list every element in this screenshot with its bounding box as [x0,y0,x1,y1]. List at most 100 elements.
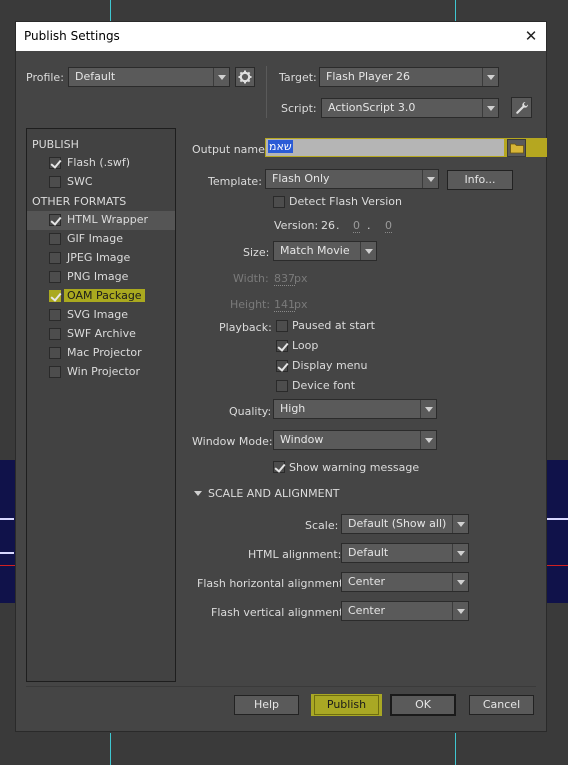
device-font-checkbox[interactable] [276,380,288,392]
html-alignment-dropdown[interactable]: Default [341,543,469,563]
format-label: SVG Image [67,308,128,321]
version-label: Version: [274,219,319,232]
format-oam-package[interactable]: OAM Package [27,287,175,306]
chevron-down-icon [482,68,498,86]
display-menu-checkbox[interactable] [276,360,288,372]
chevron-down-icon [452,544,468,562]
chevron-down-icon [452,602,468,620]
collapse-triangle-icon[interactable] [194,491,202,496]
format-sidebar: PUBLISH Flash (.swf) SWC OTHER FORMATS H… [26,128,176,682]
format-svg-image[interactable]: SVG Image [27,306,175,325]
show-warning-checkbox[interactable] [273,461,285,473]
scale-dropdown[interactable]: Default (Show all) [341,514,469,534]
detect-flash-version-checkbox[interactable] [273,196,285,208]
window-mode-dropdown[interactable]: Window [273,430,437,450]
close-icon[interactable]: ✕ [520,25,542,47]
quality-dropdown[interactable]: High [273,399,437,419]
format-gif-image-checkbox[interactable] [49,233,61,245]
format-svg-image-checkbox[interactable] [49,309,61,321]
target-value: Flash Player 26 [326,70,411,83]
format-swf-archive[interactable]: SWF Archive [27,325,175,344]
loop-checkbox[interactable] [276,340,288,352]
cancel-button[interactable]: Cancel [469,695,534,715]
html-alignment-value: Default [348,546,389,559]
format-label: GIF Image [67,232,124,245]
title-bar: Publish Settings ✕ [16,22,546,51]
template-label: Template: [208,175,262,188]
template-dropdown[interactable]: Flash Only [265,169,439,189]
other-formats-header: OTHER FORMATS [32,195,127,208]
paused-at-start-checkbox[interactable] [276,320,288,332]
format-swc[interactable]: SWC [27,173,175,192]
format-label: OAM Package [64,289,145,302]
guide-line-left-bottom [110,733,111,765]
chevron-down-icon [452,573,468,591]
height-value[interactable]: 141 [274,298,295,312]
script-dropdown[interactable]: ActionScript 3.0 [321,98,499,118]
help-button[interactable]: Help [234,695,299,715]
format-flash-swf[interactable]: Flash (.swf) [27,154,175,173]
quality-value: High [280,402,306,415]
device-font-label: Device font [292,379,356,392]
version-dot-1: . [336,219,340,232]
scale-value: Default (Show all) [348,517,447,530]
guide-line-right-top [455,0,456,22]
profile-label: Profile: [26,71,64,84]
format-gif-image[interactable]: GIF Image [27,230,175,249]
html-alignment-label: HTML alignment: [248,548,342,561]
version-dot-2: . [367,219,371,232]
format-mac-projector[interactable]: Mac Projector [27,344,175,363]
wrench-icon [515,101,528,114]
format-oam-package-checkbox[interactable] [49,290,61,302]
width-value[interactable]: 837 [274,272,295,286]
format-label: Win Projector [67,365,141,378]
size-value: Match Movie [280,244,350,257]
flash-h-align-dropdown[interactable]: Center [341,572,469,592]
width-label: Width: [233,272,269,285]
detect-flash-version-label: Detect Flash Version [289,195,402,208]
script-value: ActionScript 3.0 [328,101,416,114]
gear-icon [238,70,252,84]
profile-dropdown[interactable]: Default [68,67,230,87]
flash-h-align-value: Center [348,575,386,588]
format-jpeg-image[interactable]: JPEG Image [27,249,175,268]
version-minor[interactable]: 0 [353,219,360,233]
footer-divider [26,686,536,687]
template-info-button[interactable]: Info... [447,170,513,190]
chevron-down-icon [482,99,498,117]
format-html-wrapper-checkbox[interactable] [49,214,61,226]
chevron-down-icon [420,400,436,418]
profile-options-button[interactable] [235,67,255,87]
script-label: Script: [281,102,317,115]
script-settings-button[interactable] [511,97,532,118]
format-mac-projector-checkbox[interactable] [49,347,61,359]
chevron-down-icon [420,431,436,449]
output-name-label: Output name: [192,143,269,156]
format-win-projector[interactable]: Win Projector [27,363,175,382]
format-win-projector-checkbox[interactable] [49,366,61,378]
publish-header: PUBLISH [32,138,79,151]
browse-folder-button[interactable] [507,139,526,157]
format-html-wrapper[interactable]: HTML Wrapper [27,211,175,230]
format-png-image-checkbox[interactable] [49,271,61,283]
flash-v-align-value: Center [348,604,386,617]
target-dropdown[interactable]: Flash Player 26 [319,67,499,87]
format-png-image[interactable]: PNG Image [27,268,175,287]
scale-section-header[interactable]: SCALE AND ALIGNMENT [208,487,340,500]
format-flash-swf-checkbox[interactable] [49,157,61,169]
version-revision[interactable]: 0 [385,219,392,233]
publish-button[interactable]: Publish [314,695,379,715]
format-jpeg-image-checkbox[interactable] [49,252,61,264]
format-label: HTML Wrapper [67,213,149,226]
ok-button[interactable]: OK [390,694,456,716]
guide-line-right-bottom [455,733,456,765]
output-name-field[interactable]: שאמ [265,138,505,157]
format-label: Mac Projector [67,346,142,359]
flash-v-align-label: Flash vertical alignment: [211,606,348,619]
height-label: Height: [230,298,271,311]
format-swc-checkbox[interactable] [49,176,61,188]
flash-v-align-dropdown[interactable]: Center [341,601,469,621]
format-label: SWC [67,175,93,188]
size-dropdown[interactable]: Match Movie [273,241,377,261]
format-swf-archive-checkbox[interactable] [49,328,61,340]
